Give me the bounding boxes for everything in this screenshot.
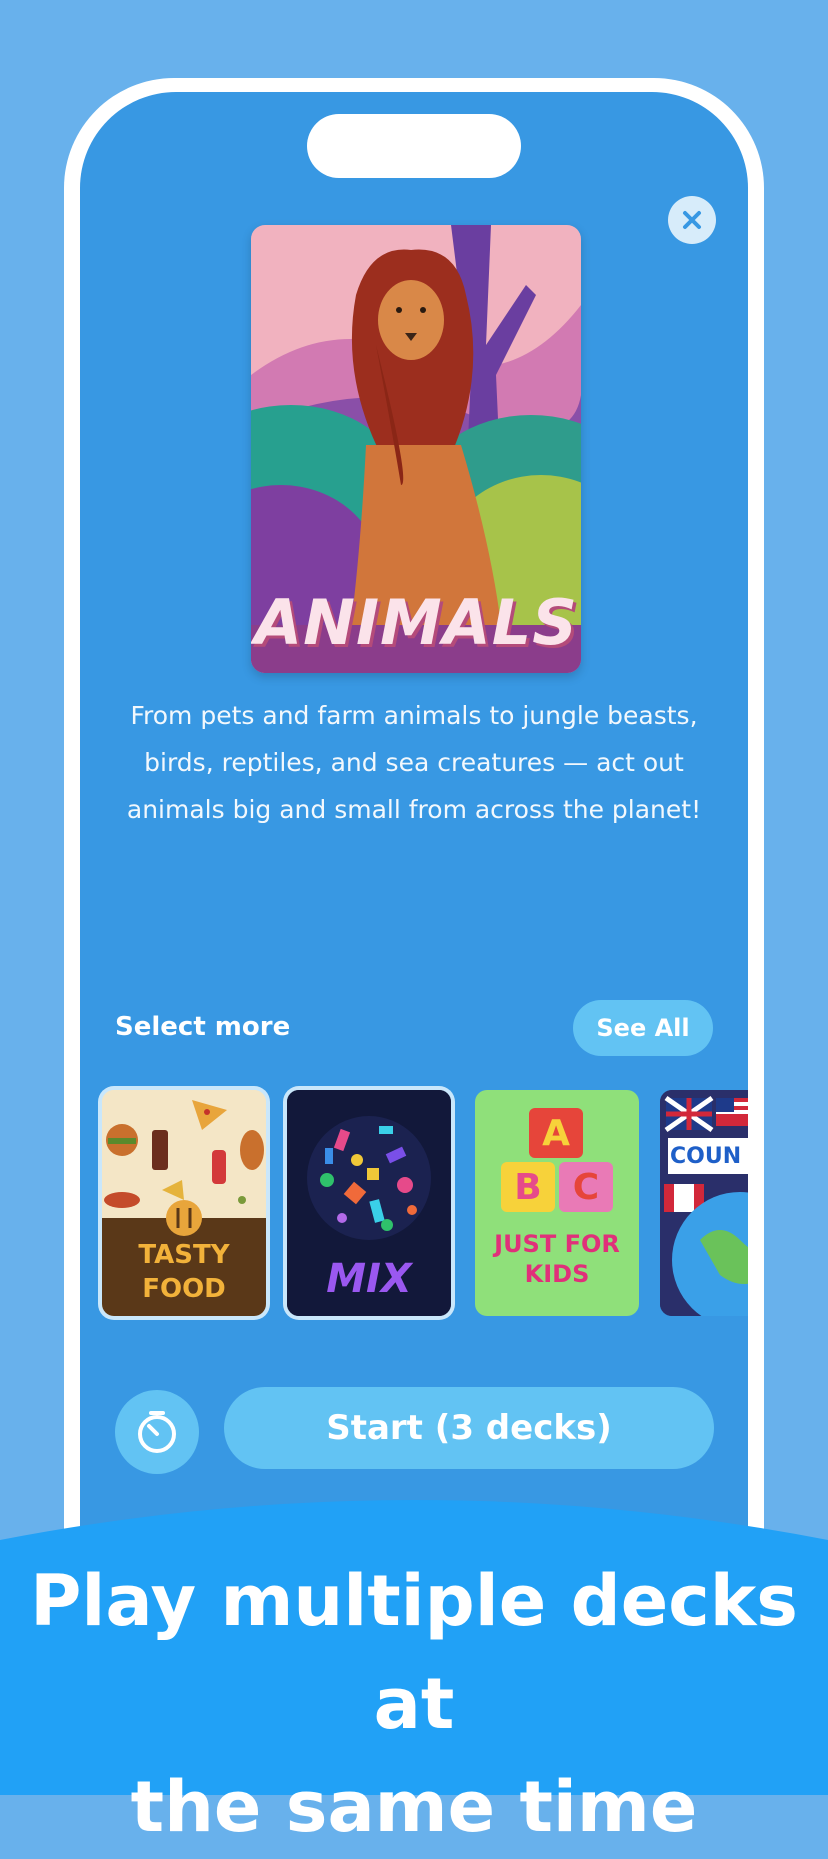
deck-countries[interactable]: COUN [660, 1090, 748, 1316]
deck-title: MIX [326, 1256, 412, 1302]
promo-headline-line2: the same time [130, 1766, 698, 1848]
countries-flags-image [660, 1090, 748, 1316]
deck-title-line2: KIDS [524, 1260, 590, 1288]
deck-title: COUN [670, 1144, 742, 1169]
app-screen: ANIMALS From pets and farm animals to ju… [80, 92, 748, 1672]
see-all-button[interactable]: See All [573, 1000, 713, 1056]
deck-description: From pets and farm animals to jungle bea… [126, 701, 702, 824]
promo-headline-line1: Play multiple decks at [30, 1560, 798, 1745]
letter-block-b: B [501, 1162, 555, 1212]
letter-block-c: C [559, 1162, 613, 1212]
dynamic-island [307, 114, 521, 178]
deck-title-line2: FOOD [142, 1274, 226, 1304]
select-more-label: Select more [115, 1012, 291, 1042]
timer-icon [138, 1411, 176, 1453]
hero-deck-card: ANIMALS [251, 225, 581, 673]
letter-block-a: A [529, 1108, 583, 1158]
close-button[interactable] [668, 196, 716, 244]
hero-deck-title: ANIMALS [254, 586, 578, 659]
deck-title-line1: JUST FOR [494, 1230, 620, 1258]
deck-title-line1: TASTY [138, 1240, 230, 1270]
timer-button[interactable] [115, 1390, 199, 1474]
deck-just-for-kids[interactable]: A B C JUST FOR KIDS [475, 1090, 639, 1316]
close-icon [683, 211, 701, 229]
deck-tasty-food[interactable]: TASTY FOOD [102, 1090, 266, 1316]
promo-headline: Play multiple decks at the same time [0, 1550, 828, 1859]
start-button[interactable]: Start (3 decks) [224, 1387, 714, 1469]
deck-mix[interactable]: MIX [287, 1090, 451, 1316]
